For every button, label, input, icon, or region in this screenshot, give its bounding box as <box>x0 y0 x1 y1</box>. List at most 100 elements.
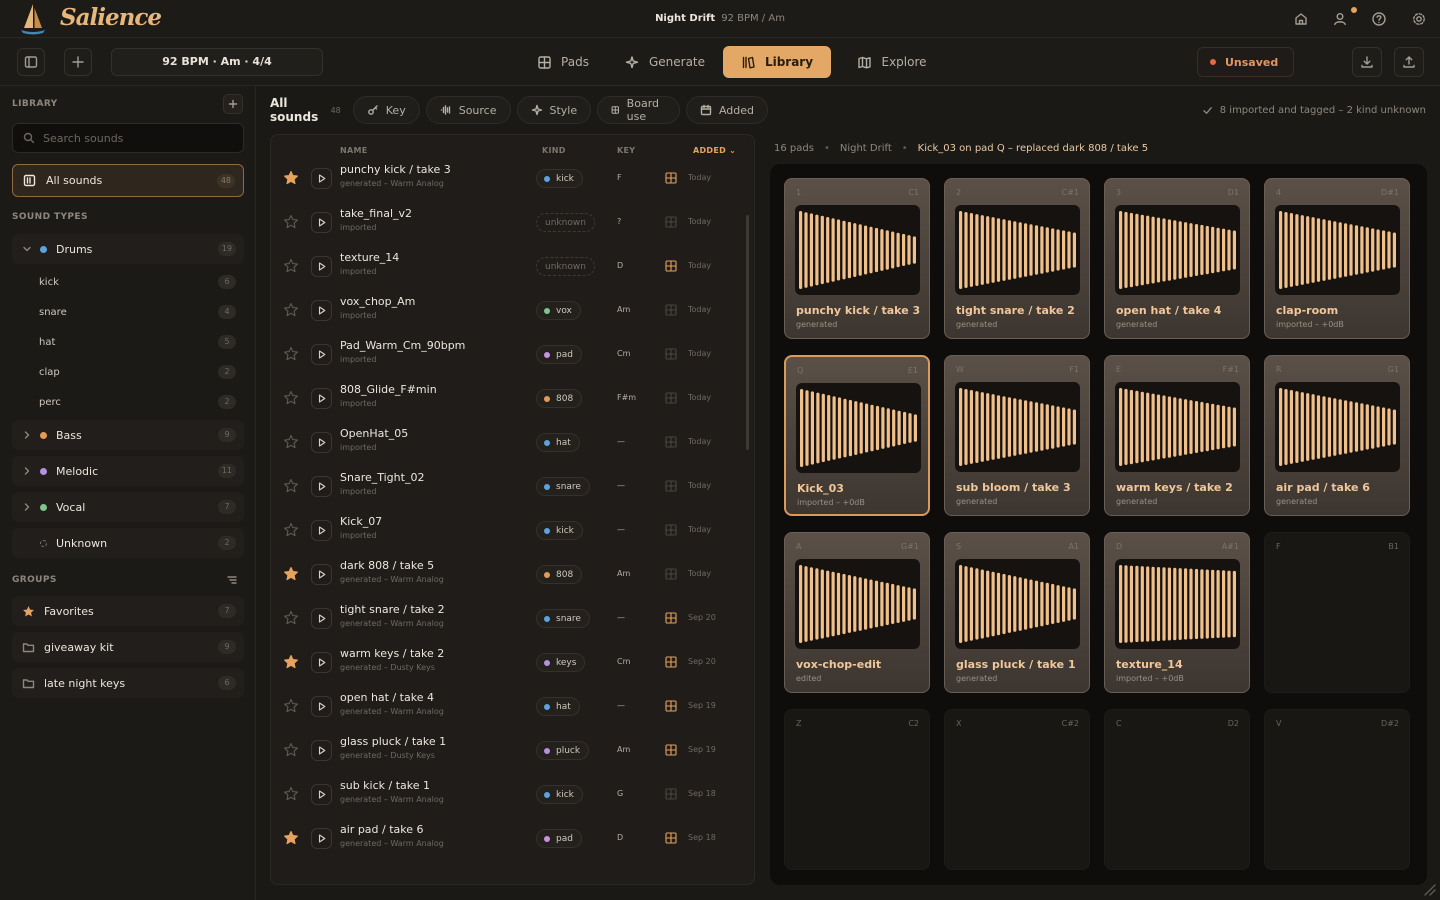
pad-3[interactable]: 3 D1 open hat / take 4 generated <box>1104 178 1250 339</box>
favorite-star-icon[interactable] <box>283 698 299 714</box>
export-button[interactable] <box>1394 47 1424 77</box>
pad-x[interactable]: X C#2 <box>944 709 1090 870</box>
table-row[interactable]: dark 808 / take 5 generated – Warm Analog… <box>271 555 746 599</box>
play-button[interactable] <box>311 564 332 585</box>
pad-f[interactable]: F B1 <box>1264 532 1410 693</box>
play-button[interactable] <box>311 784 332 805</box>
favorite-star-icon[interactable] <box>283 610 299 626</box>
play-button[interactable] <box>311 608 332 629</box>
chevron-right-icon[interactable] <box>22 502 32 512</box>
board-grid-icon[interactable] <box>665 788 677 800</box>
toggle-sidebar-button[interactable] <box>17 48 45 76</box>
sound-name[interactable]: open hat / take 4 <box>340 691 434 704</box>
table-row[interactable]: 808_Glide_F#min imported 808 F#m Today <box>271 379 746 423</box>
sidebar-item-melodic[interactable]: Melodic 11 <box>12 456 244 486</box>
favorite-star-icon[interactable] <box>283 258 299 274</box>
sound-name[interactable]: sub kick / take 1 <box>340 779 430 792</box>
favorite-star-icon[interactable] <box>283 346 299 362</box>
sound-name[interactable]: Snare_Tight_02 <box>340 471 424 484</box>
pad-w[interactable]: W F1 sub bloom / take 3 generated <box>944 355 1090 516</box>
kind-badge[interactable]: 808 <box>536 565 583 584</box>
board-grid-icon[interactable] <box>665 568 677 580</box>
play-button[interactable] <box>311 652 332 673</box>
table-row[interactable]: glass pluck / take 1 generated – Dusty Ke… <box>271 731 746 775</box>
group-favorites[interactable]: Favorites 7 <box>12 596 244 626</box>
table-row[interactable]: vox_chop_Am imported vox Am Today <box>271 291 746 335</box>
group-giveaway-kit[interactable]: giveaway kit 9 <box>12 632 244 662</box>
chevron-right-icon[interactable] <box>22 430 32 440</box>
pad-s[interactable]: S A1 glass pluck / take 1 generated <box>944 532 1090 693</box>
list-scrollbar[interactable] <box>746 215 749 450</box>
column-added[interactable]: ADDED ⌄ <box>693 146 736 155</box>
pad-a[interactable]: A G#1 vox-chop-edit edited <box>784 532 930 693</box>
favorite-star-icon[interactable] <box>283 654 299 670</box>
tab-library[interactable]: Library <box>723 46 831 78</box>
play-button[interactable] <box>311 740 332 761</box>
table-row[interactable]: Pad_Warm_Cm_90bpm imported pad Cm Today <box>271 335 746 379</box>
sidebar-item-vocal[interactable]: Vocal 7 <box>12 492 244 522</box>
pad-2[interactable]: 2 C#1 tight snare / take 2 generated <box>944 178 1090 339</box>
favorite-star-icon[interactable] <box>283 214 299 230</box>
board-grid-icon[interactable] <box>665 172 677 184</box>
sound-name[interactable]: 808_Glide_F#min <box>340 383 437 396</box>
table-row[interactable]: sub kick / take 1 generated – Warm Analog… <box>271 775 746 819</box>
kind-badge[interactable]: kick <box>536 169 583 188</box>
kind-badge[interactable]: kick <box>536 785 583 804</box>
kind-badge[interactable]: keys <box>536 653 586 672</box>
column-kind[interactable]: KIND <box>542 146 566 155</box>
pad-q[interactable]: Q E1 Kick_03 imported – +0dB <box>784 355 930 516</box>
kind-badge[interactable]: kick <box>536 521 583 540</box>
board-grid-icon[interactable] <box>665 436 677 448</box>
pad-r[interactable]: R G1 air pad / take 6 generated <box>1264 355 1410 516</box>
tab-pads[interactable]: Pads <box>518 46 608 78</box>
board-grid-icon[interactable] <box>665 700 677 712</box>
sidebar-item-snare[interactable]: snare 4 <box>26 298 244 326</box>
table-row[interactable]: tight snare / take 2 generated – Warm Ana… <box>271 599 746 643</box>
kind-badge[interactable]: unknown <box>536 213 595 232</box>
kind-badge[interactable]: vox <box>536 301 581 320</box>
board-grid-icon[interactable] <box>665 260 677 272</box>
table-row[interactable]: take_final_v2 imported unknown? Today <box>271 203 746 247</box>
favorite-star-icon[interactable] <box>283 786 299 802</box>
board-grid-icon[interactable] <box>665 656 677 668</box>
board-grid-icon[interactable] <box>665 392 677 404</box>
favorite-star-icon[interactable] <box>283 566 299 582</box>
table-row[interactable]: OpenHat_05 imported hat — Today <box>271 423 746 467</box>
sidebar-item-clap[interactable]: clap 2 <box>26 358 244 386</box>
play-button[interactable] <box>311 256 332 277</box>
filter-style[interactable]: Style <box>516 96 592 124</box>
column-name[interactable]: NAME <box>340 146 368 155</box>
sound-name[interactable]: texture_14 <box>340 251 399 264</box>
sidebar-item-hat[interactable]: hat 5 <box>26 328 244 356</box>
play-button[interactable] <box>311 212 332 233</box>
sidebar-item-kick[interactable]: kick 6 <box>26 268 244 296</box>
pad-e[interactable]: E F#1 warm keys / take 2 generated <box>1104 355 1250 516</box>
filter-key[interactable]: Key <box>352 96 420 124</box>
sound-name[interactable]: dark 808 / take 5 <box>340 559 434 572</box>
user-icon[interactable] <box>1331 10 1349 28</box>
table-row[interactable]: Snare_Tight_02 imported snare — Today <box>271 467 746 511</box>
favorite-star-icon[interactable] <box>283 170 299 186</box>
favorite-star-icon[interactable] <box>283 522 299 538</box>
favorite-star-icon[interactable] <box>283 830 299 846</box>
pad-c[interactable]: C D2 <box>1104 709 1250 870</box>
sound-name[interactable]: OpenHat_05 <box>340 427 408 440</box>
sound-name[interactable]: warm keys / take 2 <box>340 647 444 660</box>
table-row[interactable]: Kick_07 imported kick — Today <box>271 511 746 555</box>
sidebar-item-unknown[interactable]: Unknown 2 <box>12 528 244 558</box>
favorite-star-icon[interactable] <box>283 742 299 758</box>
table-row[interactable]: open hat / take 4 generated – Warm Analog… <box>271 687 746 731</box>
add-sound-button[interactable] <box>223 94 243 114</box>
pad-d[interactable]: D A#1 texture_14 imported – +0dB <box>1104 532 1250 693</box>
filter-added[interactable]: Added <box>685 96 768 124</box>
tab-generate[interactable]: Generate <box>616 46 714 78</box>
kind-badge[interactable]: unknown <box>536 257 595 276</box>
table-row[interactable]: warm keys / take 2 generated – Dusty Keys… <box>271 643 746 687</box>
kind-badge[interactable]: pad <box>536 345 582 364</box>
search-field[interactable] <box>12 123 244 153</box>
favorite-star-icon[interactable] <box>283 390 299 406</box>
play-button[interactable] <box>311 696 332 717</box>
home-icon[interactable] <box>1292 10 1310 28</box>
column-key[interactable]: KEY <box>617 146 635 155</box>
sidebar-item-drums[interactable]: Drums 19 <box>12 234 244 264</box>
